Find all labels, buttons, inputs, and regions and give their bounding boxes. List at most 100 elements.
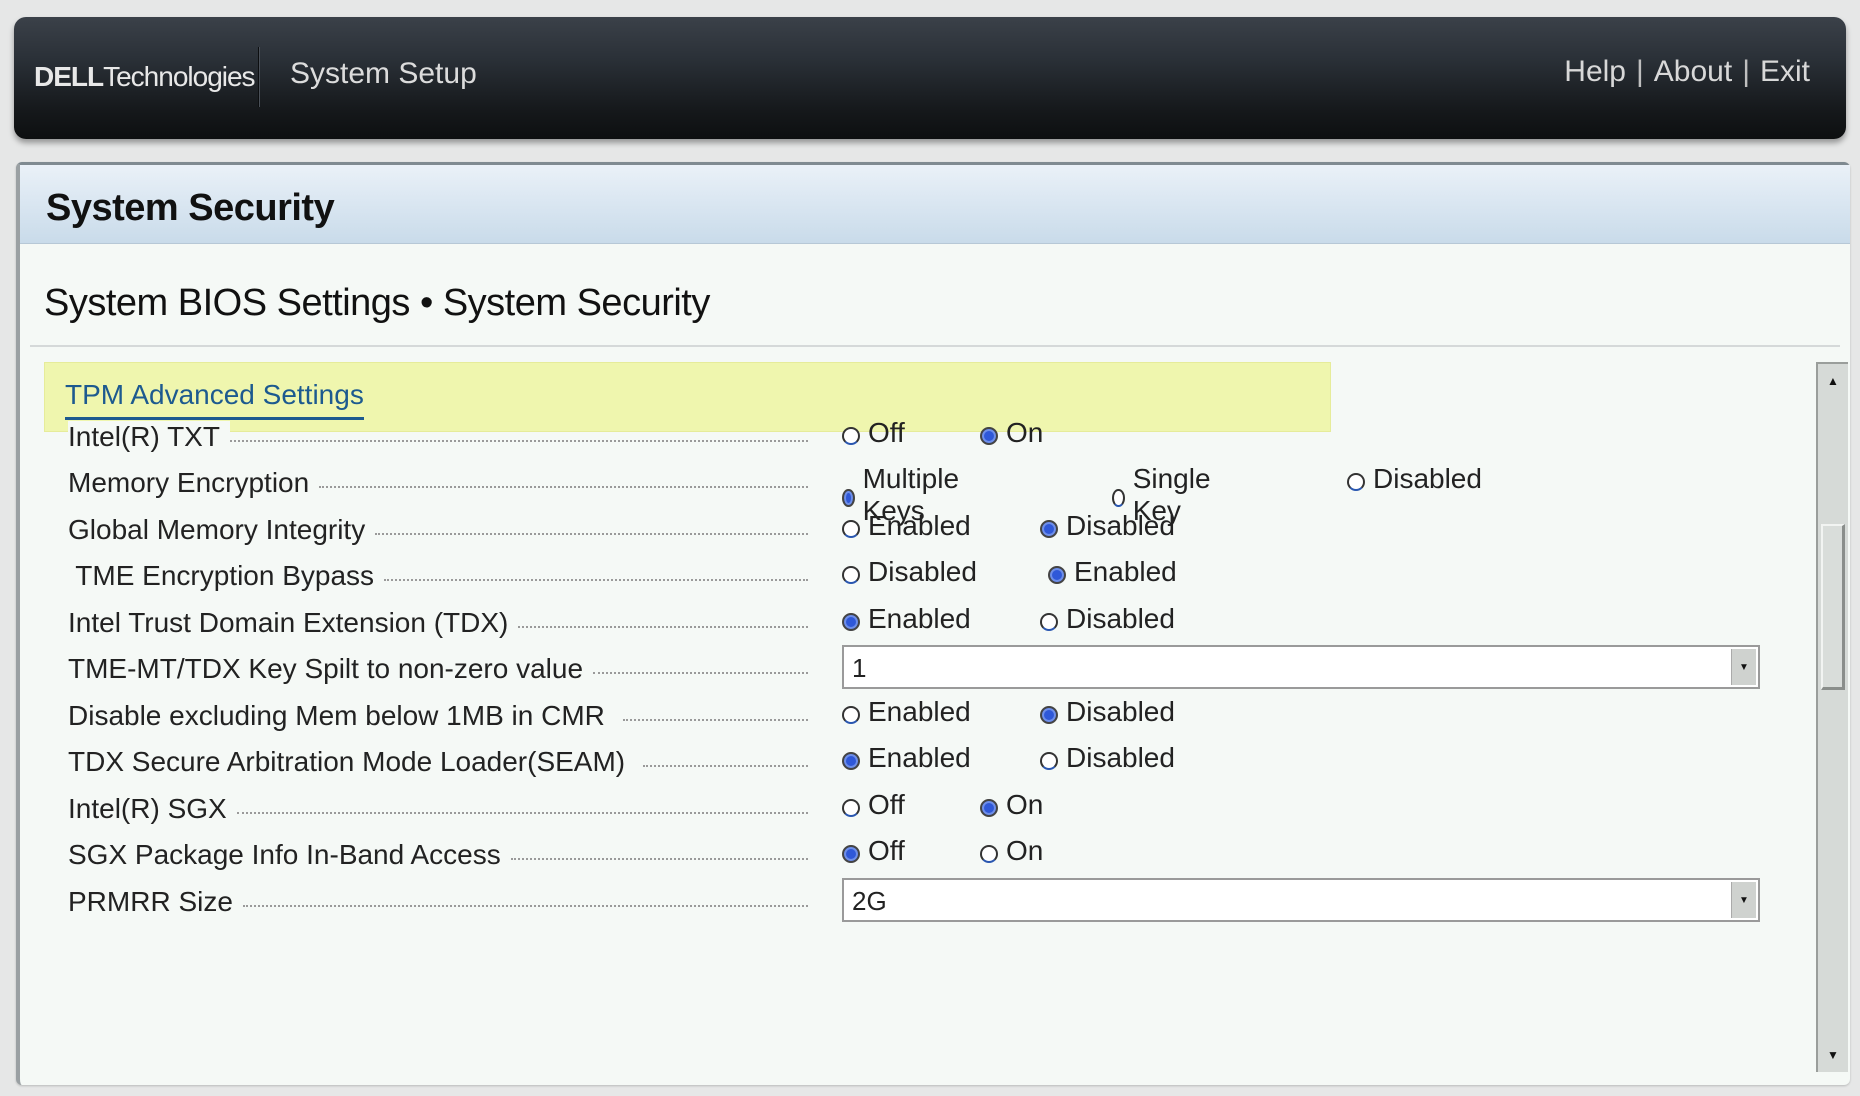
radio-unselected-icon[interactable] (1112, 489, 1125, 507)
radio-option[interactable]: On (980, 835, 1043, 867)
setting-row: SGX Package Info In-Band Access Off On (68, 835, 1788, 875)
radio-option-label: Off (868, 835, 905, 866)
radio-unselected-icon[interactable] (842, 799, 860, 817)
dropdown-arrow-icon[interactable]: ▼ (1731, 649, 1756, 685)
radio-option[interactable]: Disabled (1040, 696, 1175, 728)
panel-header: System Security (20, 165, 1850, 244)
radio-selected-icon[interactable] (842, 613, 860, 631)
radio-unselected-icon[interactable] (1347, 473, 1365, 491)
radio-option[interactable]: Disabled (1040, 603, 1175, 635)
scrollbar-thumb[interactable] (1821, 524, 1845, 690)
radio-selected-icon[interactable] (980, 799, 998, 817)
setting-label-text: Intel(R) TXT (68, 421, 230, 453)
radio-selected-icon[interactable] (1040, 520, 1058, 538)
setting-row: Global Memory Integrity Enabled Disabled (68, 510, 1788, 550)
setting-row: TME-MT/TDX Key Spilt to non-zero value 1 ▼ (68, 645, 1788, 689)
radio-option[interactable]: Disabled (842, 556, 977, 588)
radio-selected-icon[interactable] (1048, 566, 1066, 584)
radio-unselected-icon[interactable] (1040, 752, 1058, 770)
dotted-leader (510, 858, 808, 860)
exit-link[interactable]: Exit (1760, 55, 1810, 89)
top-bar: DELL Technologies System Setup Help | Abo… (14, 17, 1846, 139)
radio-option-label: Off (868, 417, 905, 448)
setting-label-text: PRMRR Size (68, 886, 243, 918)
setting-dropdown[interactable]: 1 ▼ (842, 645, 1760, 689)
radio-selected-icon[interactable] (1040, 706, 1058, 724)
link-separator: | (1742, 55, 1750, 88)
radio-option-label: On (1006, 789, 1044, 820)
setting-label: Global Memory Integrity (68, 510, 808, 550)
radio-option[interactable]: Enabled (1048, 556, 1177, 588)
dotted-leader (518, 626, 808, 628)
radio-unselected-icon[interactable] (842, 566, 860, 584)
logo-divider (258, 47, 259, 107)
radio-option-label: Enabled (1074, 556, 1177, 587)
setting-row: Intel Trust Domain Extension (TDX) Enable… (68, 603, 1788, 643)
setting-label-text: TDX Secure Arbitration Mode Loader(SEAM) (68, 746, 643, 778)
setting-label: TDX Secure Arbitration Mode Loader(SEAM) (68, 742, 808, 782)
help-link[interactable]: Help (1564, 55, 1626, 89)
setting-row: Disable excluding Mem below 1MB in CMR E… (68, 696, 1788, 736)
radio-option-label: Disabled (868, 556, 977, 587)
setting-label: Memory Encryption (68, 463, 808, 503)
setting-label: TME-MT/TDX Key Spilt to non-zero value (68, 649, 808, 689)
top-links: Help | About | Exit (1564, 55, 1810, 89)
setting-label-text: Intel(R) SGX (68, 793, 237, 825)
radio-option[interactable]: Enabled (842, 696, 971, 728)
dotted-leader (375, 533, 808, 535)
radio-option[interactable]: Enabled (842, 742, 971, 774)
radio-option-label: Off (868, 789, 905, 820)
radio-option[interactable]: Disabled (1040, 742, 1175, 774)
setting-label: Intel(R) SGX (68, 789, 808, 829)
radio-option[interactable]: Off (842, 417, 905, 449)
dotted-leader (236, 812, 808, 814)
radio-selected-icon[interactable] (842, 489, 855, 507)
app-title: System Setup (290, 57, 477, 90)
dotted-leader (622, 719, 808, 721)
radio-option[interactable]: Off (842, 789, 905, 821)
radio-unselected-icon[interactable] (842, 520, 860, 538)
page-title: System Security (46, 187, 335, 229)
setting-label: Intel Trust Domain Extension (TDX) (68, 603, 808, 643)
link-separator: | (1635, 55, 1644, 88)
setting-label-text: TME Encryption Bypass (68, 560, 385, 592)
radio-option-label: Enabled (868, 742, 971, 773)
radio-option-label: On (1006, 835, 1044, 866)
setting-label: Disable excluding Mem below 1MB in CMR (68, 696, 808, 736)
vertical-scrollbar[interactable]: ▲ ▼ (1816, 362, 1848, 1072)
divider (30, 345, 1840, 347)
setting-label: PRMRR Size (68, 882, 808, 922)
setting-row: TDX Secure Arbitration Mode Loader(SEAM)… (68, 742, 1788, 782)
radio-selected-icon[interactable] (842, 752, 860, 770)
radio-option[interactable]: Enabled (842, 603, 971, 635)
radio-option[interactable]: Disabled (1347, 463, 1482, 495)
dropdown-arrow-icon[interactable]: ▼ (1731, 882, 1756, 918)
radio-option[interactable]: Off (842, 835, 905, 867)
radio-unselected-icon[interactable] (842, 427, 860, 445)
breadcrumb: System BIOS Settings • System Security (44, 282, 710, 324)
radio-unselected-icon[interactable] (842, 706, 860, 724)
setting-label: SGX Package Info In-Band Access (68, 835, 808, 875)
setting-dropdown[interactable]: 2G ▼ (842, 878, 1760, 922)
radio-option-label: Disabled (1066, 510, 1175, 541)
radio-selected-icon[interactable] (980, 427, 998, 445)
radio-option-label: Disabled (1373, 463, 1482, 494)
radio-option-label: Enabled (868, 696, 971, 727)
radio-option-label: Disabled (1066, 603, 1175, 634)
dell-technologies-logo: DELL Technologies (34, 61, 256, 92)
dotted-leader (593, 672, 808, 674)
tpm-advanced-settings-link[interactable]: TPM Advanced Settings (65, 379, 364, 420)
radio-unselected-icon[interactable] (1040, 613, 1058, 631)
radio-selected-icon[interactable] (842, 845, 860, 863)
radio-option[interactable]: Enabled (842, 510, 971, 542)
scroll-up-arrow-icon[interactable]: ▲ (1818, 368, 1848, 394)
setting-row: Intel(R) TXT Off On (68, 417, 1788, 457)
dotted-leader (229, 440, 808, 442)
setting-row: TME Encryption Bypass Disabled Enabled (68, 556, 1788, 596)
radio-unselected-icon[interactable] (980, 845, 998, 863)
radio-option[interactable]: On (980, 417, 1043, 449)
about-link[interactable]: About (1654, 55, 1732, 89)
radio-option[interactable]: On (980, 789, 1043, 821)
radio-option[interactable]: Disabled (1040, 510, 1175, 542)
scroll-down-arrow-icon[interactable]: ▼ (1818, 1042, 1848, 1068)
